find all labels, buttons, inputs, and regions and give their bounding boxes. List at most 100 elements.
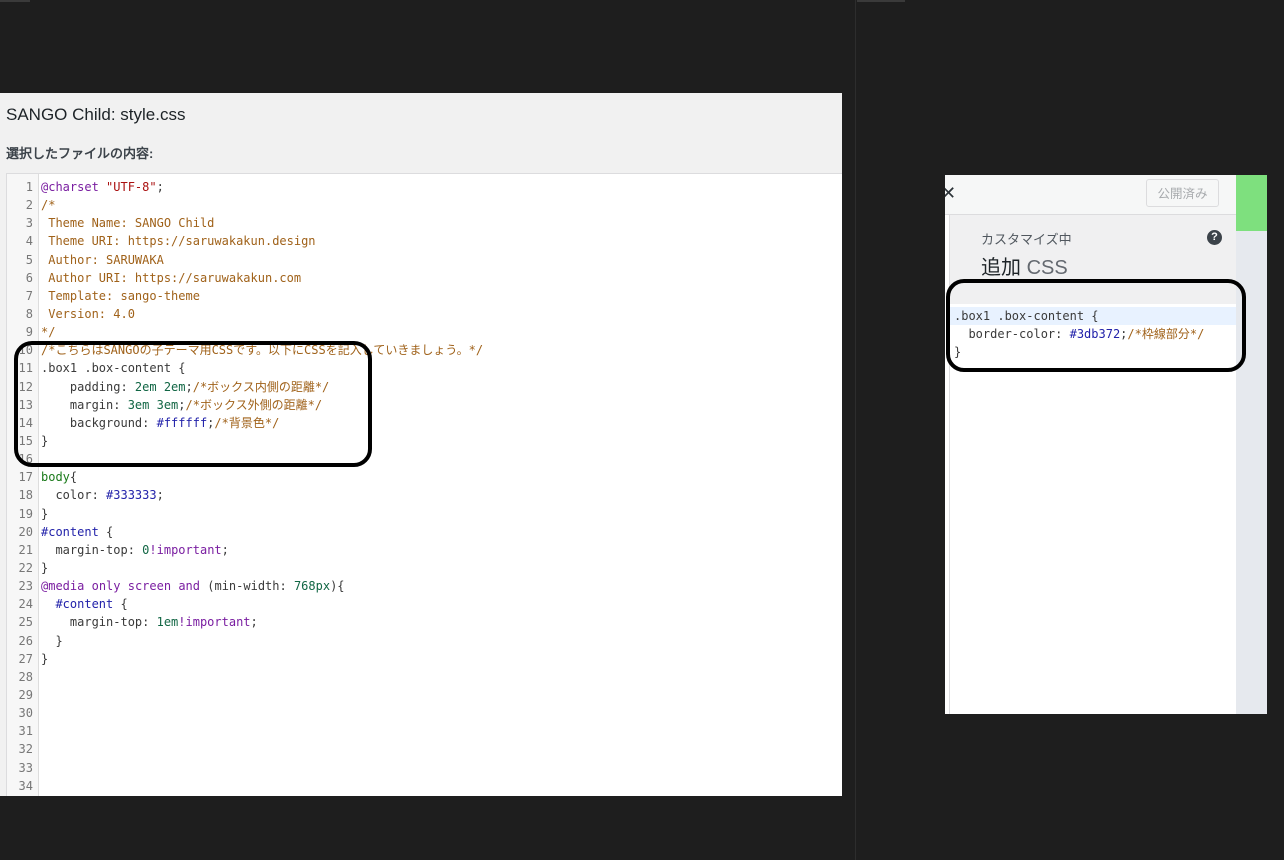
code-token: ;	[156, 180, 164, 194]
line-content: /*	[41, 196, 55, 214]
line-number: 24	[18, 597, 33, 612]
line-content: color: #333333;	[41, 486, 164, 504]
customizer-panel: ✕ 公開済み ‹ カスタマイズ中 追加 CSS ? .box1 .box-con…	[945, 175, 1267, 714]
code-token: and	[178, 579, 201, 594]
line-content: @charset "UTF-8";	[41, 178, 164, 196]
line-content: Author URI: https://saruwakakun.com	[41, 269, 301, 287]
code-token: }	[41, 560, 49, 575]
line-number: 4	[25, 234, 33, 249]
code-line: 17 body{	[7, 468, 842, 486]
code-line: 25 margin-top: 1em!important;	[7, 613, 842, 631]
preview-accent-bar	[1236, 175, 1267, 231]
code-line: 7 Template: sango-theme	[7, 287, 842, 305]
code-token: body	[41, 470, 70, 485]
code-token: only	[91, 579, 121, 594]
line-number: 7	[25, 288, 33, 303]
code-token: !important	[149, 542, 222, 557]
code-token: ;	[250, 615, 258, 630]
top-edge-line	[857, 0, 905, 2]
code-line: 21 margin-top: 0!important;	[7, 541, 842, 559]
code-token: Theme Name: SANGO Child	[41, 216, 215, 231]
close-icon[interactable]: ✕	[945, 182, 956, 204]
line-number: 20	[18, 524, 33, 539]
code-line: 24 #content {	[7, 595, 842, 613]
code-token: {	[98, 524, 114, 539]
code-token: #content	[55, 597, 114, 612]
code-token: Author: SARUWAKA	[41, 252, 164, 267]
code-token: */	[41, 325, 56, 340]
code-token: !important	[178, 615, 251, 630]
code-token: margin-top:	[41, 542, 143, 557]
section-title-css: CSS	[1026, 257, 1068, 279]
code-token: @media	[41, 579, 85, 594]
code-line: 20 #content {	[7, 523, 842, 541]
code-line: 19}	[7, 505, 842, 523]
code-token: ;	[221, 542, 229, 557]
code-line: 2 /*	[7, 196, 842, 214]
code-token: {	[69, 470, 78, 485]
code-line: 29	[7, 686, 842, 704]
line-content: body{	[41, 468, 77, 486]
code-token: /*	[41, 198, 56, 213]
line-number: 6	[25, 270, 33, 285]
line-number: 30	[18, 706, 33, 721]
line-content: #content {	[41, 595, 127, 613]
line-number: 5	[25, 252, 33, 267]
code-token: 768px	[293, 579, 331, 594]
line-content: Template: sango-theme	[41, 287, 200, 305]
code-token: }	[41, 506, 49, 521]
line-content: Theme URI: https://saruwakakun.design	[41, 232, 315, 250]
code-line: 32	[7, 740, 842, 758]
line-number: 34	[18, 778, 33, 793]
line-number: 23	[18, 579, 33, 594]
code-line: 33	[7, 759, 842, 777]
line-content: */	[41, 323, 55, 341]
line-content: }	[41, 505, 48, 523]
code-token: Author URI: https://saruwakakun.com	[41, 270, 302, 285]
line-number: 17	[18, 470, 33, 485]
code-line: 8 Version: 4.0	[7, 305, 842, 323]
editor-subtitle: 選択したファイルの内容:	[6, 146, 154, 161]
code-line: 6 Author URI: https://saruwakakun.com	[7, 269, 842, 287]
code-token: }	[41, 633, 63, 648]
line-number: 9	[25, 325, 33, 340]
line-number: 1	[25, 180, 33, 194]
published-button[interactable]: 公開済み	[1146, 179, 1219, 207]
code-lines: 1 @charset "UTF-8"; 2/* 3 Theme Name: SANGO…	[7, 178, 842, 795]
editor-title: SANGO Child: style.css	[6, 105, 186, 124]
line-number: 26	[18, 633, 33, 648]
code-token: Template: sango-theme	[41, 288, 200, 303]
code-line: 4 Theme URI: https://saruwakakun.design	[7, 232, 842, 250]
line-content: #content {	[41, 523, 113, 541]
code-line: 34	[7, 777, 842, 795]
section-title: 追加 CSS	[981, 251, 1068, 280]
highlight-outline	[946, 279, 1246, 372]
line-number: 31	[18, 724, 33, 739]
line-content: margin-top: 0!important;	[41, 541, 229, 559]
line-number: 32	[18, 742, 33, 757]
line-content: Theme Name: SANGO Child	[41, 214, 214, 232]
line-content: }	[41, 632, 63, 650]
code-token: (min-width:	[200, 579, 294, 594]
code-line: 18 color: #333333;	[7, 486, 842, 504]
code-line: 26 }	[7, 632, 842, 650]
code-token: ){	[330, 579, 345, 594]
customizer-header: ✕ 公開済み	[945, 175, 1236, 215]
code-line: 27}	[7, 650, 842, 668]
code-line: 30	[7, 704, 842, 722]
help-icon[interactable]: ?	[1207, 230, 1222, 245]
code-token: #333333	[106, 488, 157, 503]
code-token: }	[41, 651, 49, 666]
code-line: 3 Theme Name: SANGO Child	[7, 214, 842, 232]
screen-divider	[855, 0, 856, 860]
code-line: 5 Author: SARUWAKA	[7, 251, 842, 269]
code-line: 22}	[7, 559, 842, 577]
code-token: ;	[156, 488, 164, 503]
code-line: 9 */	[7, 323, 842, 341]
code-token: "UTF-8"	[106, 180, 157, 194]
code-line: 31	[7, 722, 842, 740]
code-editor[interactable]: 1 @charset "UTF-8"; 2/* 3 Theme Name: SANGO…	[6, 173, 842, 796]
